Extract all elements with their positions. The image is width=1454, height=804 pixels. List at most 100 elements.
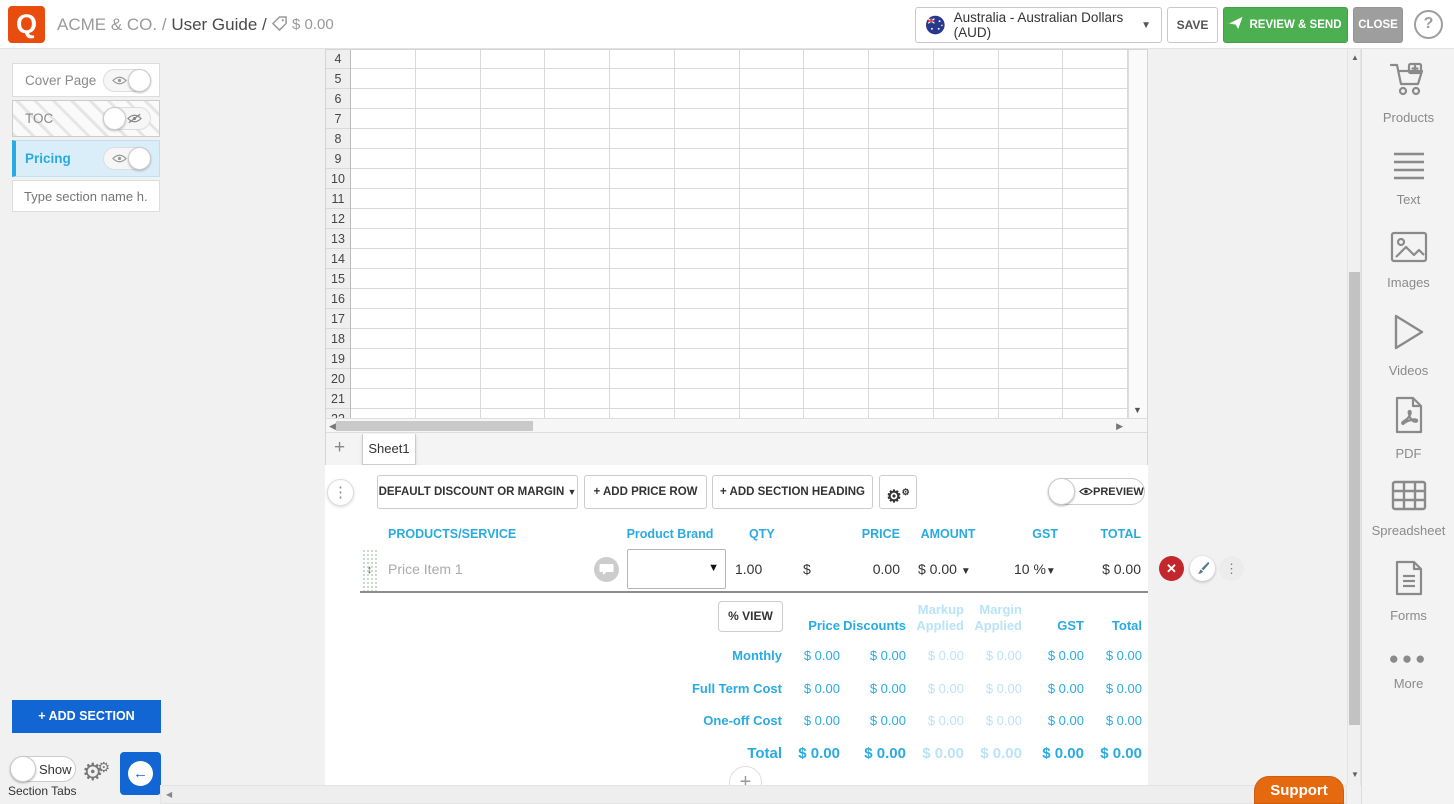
breadcrumb-document-title[interactable]: User Guide /: [171, 15, 266, 34]
sheet-cell[interactable]: [481, 50, 546, 68]
sheet-cell[interactable]: [675, 329, 740, 348]
sheet-cell[interactable]: [999, 309, 1064, 328]
row-number[interactable]: 11: [326, 189, 350, 209]
sheet-cell[interactable]: [675, 349, 740, 368]
sheet-cell[interactable]: [675, 249, 740, 268]
sheet-cell[interactable]: [416, 149, 481, 168]
sheet-cell[interactable]: [545, 209, 610, 228]
sheet-cell[interactable]: [869, 349, 934, 368]
sheet-cell[interactable]: [416, 369, 481, 388]
sheet-cell[interactable]: [351, 289, 416, 308]
scroll-up-icon[interactable]: ▲: [1351, 53, 1359, 62]
rail-item-pdf[interactable]: PDF: [1362, 396, 1454, 461]
sheet-cell[interactable]: [416, 389, 481, 408]
sheet-cell[interactable]: [481, 189, 546, 208]
sheet-cell[interactable]: [1063, 169, 1128, 188]
sheet-cell[interactable]: [740, 129, 805, 148]
sheet-cell[interactable]: [1063, 369, 1128, 388]
sheet-cell[interactable]: [675, 369, 740, 388]
sheet-cell[interactable]: [351, 109, 416, 128]
sheet-cell[interactable]: [416, 109, 481, 128]
sheet-cell[interactable]: [545, 129, 610, 148]
sheet-cell[interactable]: [675, 89, 740, 108]
sheet-cell[interactable]: [610, 289, 675, 308]
sheet-cell[interactable]: [351, 249, 416, 268]
sheet-cell[interactable]: [804, 169, 869, 188]
sheet-cell[interactable]: [675, 289, 740, 308]
sheet-cell[interactable]: [351, 209, 416, 228]
sheet-cell[interactable]: [869, 209, 934, 228]
sheet-cell[interactable]: [481, 89, 546, 108]
review-send-button[interactable]: REVIEW & SEND: [1223, 7, 1348, 43]
sheet-cell[interactable]: [351, 309, 416, 328]
scroll-right-icon[interactable]: ▶: [1116, 421, 1123, 432]
sheet-cell[interactable]: [934, 169, 999, 188]
sheet-cell[interactable]: [999, 349, 1064, 368]
sheet-cell[interactable]: [675, 149, 740, 168]
sheet-cell[interactable]: [804, 349, 869, 368]
sheet-cell[interactable]: [545, 389, 610, 408]
sheet-cell[interactable]: [869, 169, 934, 188]
sheet-cell[interactable]: [1063, 209, 1128, 228]
sheet-cell[interactable]: [804, 289, 869, 308]
sheet-cell[interactable]: [416, 189, 481, 208]
sheet-cell[interactable]: [869, 69, 934, 88]
sheet-cell[interactable]: [545, 229, 610, 248]
sheet-cell[interactable]: [999, 389, 1064, 408]
sheet-cell[interactable]: [545, 269, 610, 288]
sheet-cell[interactable]: [351, 89, 416, 108]
row-number[interactable]: 19: [326, 349, 350, 369]
show-section-tabs-toggle[interactable]: Show: [10, 756, 76, 782]
sheet-cell[interactable]: [804, 129, 869, 148]
sheet-cell[interactable]: [481, 269, 546, 288]
preview-toggle[interactable]: PREVIEW: [1048, 478, 1145, 505]
sheet-cell[interactable]: [675, 209, 740, 228]
sheet-cell[interactable]: [999, 289, 1064, 308]
sheet-cell[interactable]: [481, 389, 546, 408]
currency-selector[interactable]: Australia - Australian Dollars (AUD) ▼: [915, 7, 1162, 43]
rail-item-text[interactable]: Text: [1362, 150, 1454, 207]
sheet-cell[interactable]: [481, 129, 546, 148]
sheet-cell[interactable]: [934, 289, 999, 308]
row-number[interactable]: 10: [326, 169, 350, 189]
rail-item-forms[interactable]: Forms: [1362, 560, 1454, 623]
sheet-cell[interactable]: [481, 169, 546, 188]
sheet-cell[interactable]: [869, 89, 934, 108]
sheet-cell[interactable]: [740, 50, 805, 68]
row-number[interactable]: 22: [326, 409, 350, 418]
sheet-horizontal-scrollbar[interactable]: ◀ ▶: [326, 418, 1147, 432]
sheet-cell[interactable]: [481, 329, 546, 348]
sheet-cell[interactable]: [1063, 389, 1128, 408]
sheet-cell[interactable]: [869, 109, 934, 128]
sheet-cell[interactable]: [1063, 50, 1128, 68]
sheet-cell[interactable]: [869, 129, 934, 148]
sheet-cell[interactable]: [545, 289, 610, 308]
comment-button[interactable]: [594, 557, 619, 582]
sheet-cell[interactable]: [1063, 109, 1128, 128]
sheet-cell[interactable]: [610, 249, 675, 268]
sheet-cell[interactable]: [869, 369, 934, 388]
sheet-cell[interactable]: [351, 349, 416, 368]
row-number[interactable]: 6: [326, 89, 350, 109]
sheet-cell[interactable]: [740, 269, 805, 288]
sheet-cell[interactable]: [804, 309, 869, 328]
pricing-settings-button[interactable]: ⚙⚙: [879, 475, 917, 509]
sheet-cell[interactable]: [869, 249, 934, 268]
sheet-cell[interactable]: [610, 69, 675, 88]
drag-handle[interactable]: ↕: [362, 549, 377, 591]
sheet-cell[interactable]: [999, 109, 1064, 128]
sidebar-item-cover-page[interactable]: Cover Page: [12, 63, 160, 97]
sheet-cell[interactable]: [545, 149, 610, 168]
sheet-cell[interactable]: [545, 309, 610, 328]
sheet-cell[interactable]: [804, 269, 869, 288]
sheet-cell[interactable]: [934, 249, 999, 268]
add-section-heading-button[interactable]: + ADD SECTION HEADING: [712, 475, 873, 509]
sheet-cell[interactable]: [740, 309, 805, 328]
sheet-cell[interactable]: [351, 269, 416, 288]
save-button[interactable]: SAVE: [1167, 7, 1218, 43]
sheet-cell[interactable]: [804, 209, 869, 228]
sheet-cell[interactable]: [1063, 329, 1128, 348]
sheet-cell[interactable]: [416, 69, 481, 88]
sheet-cell[interactable]: [869, 149, 934, 168]
row-number[interactable]: 17: [326, 309, 350, 329]
